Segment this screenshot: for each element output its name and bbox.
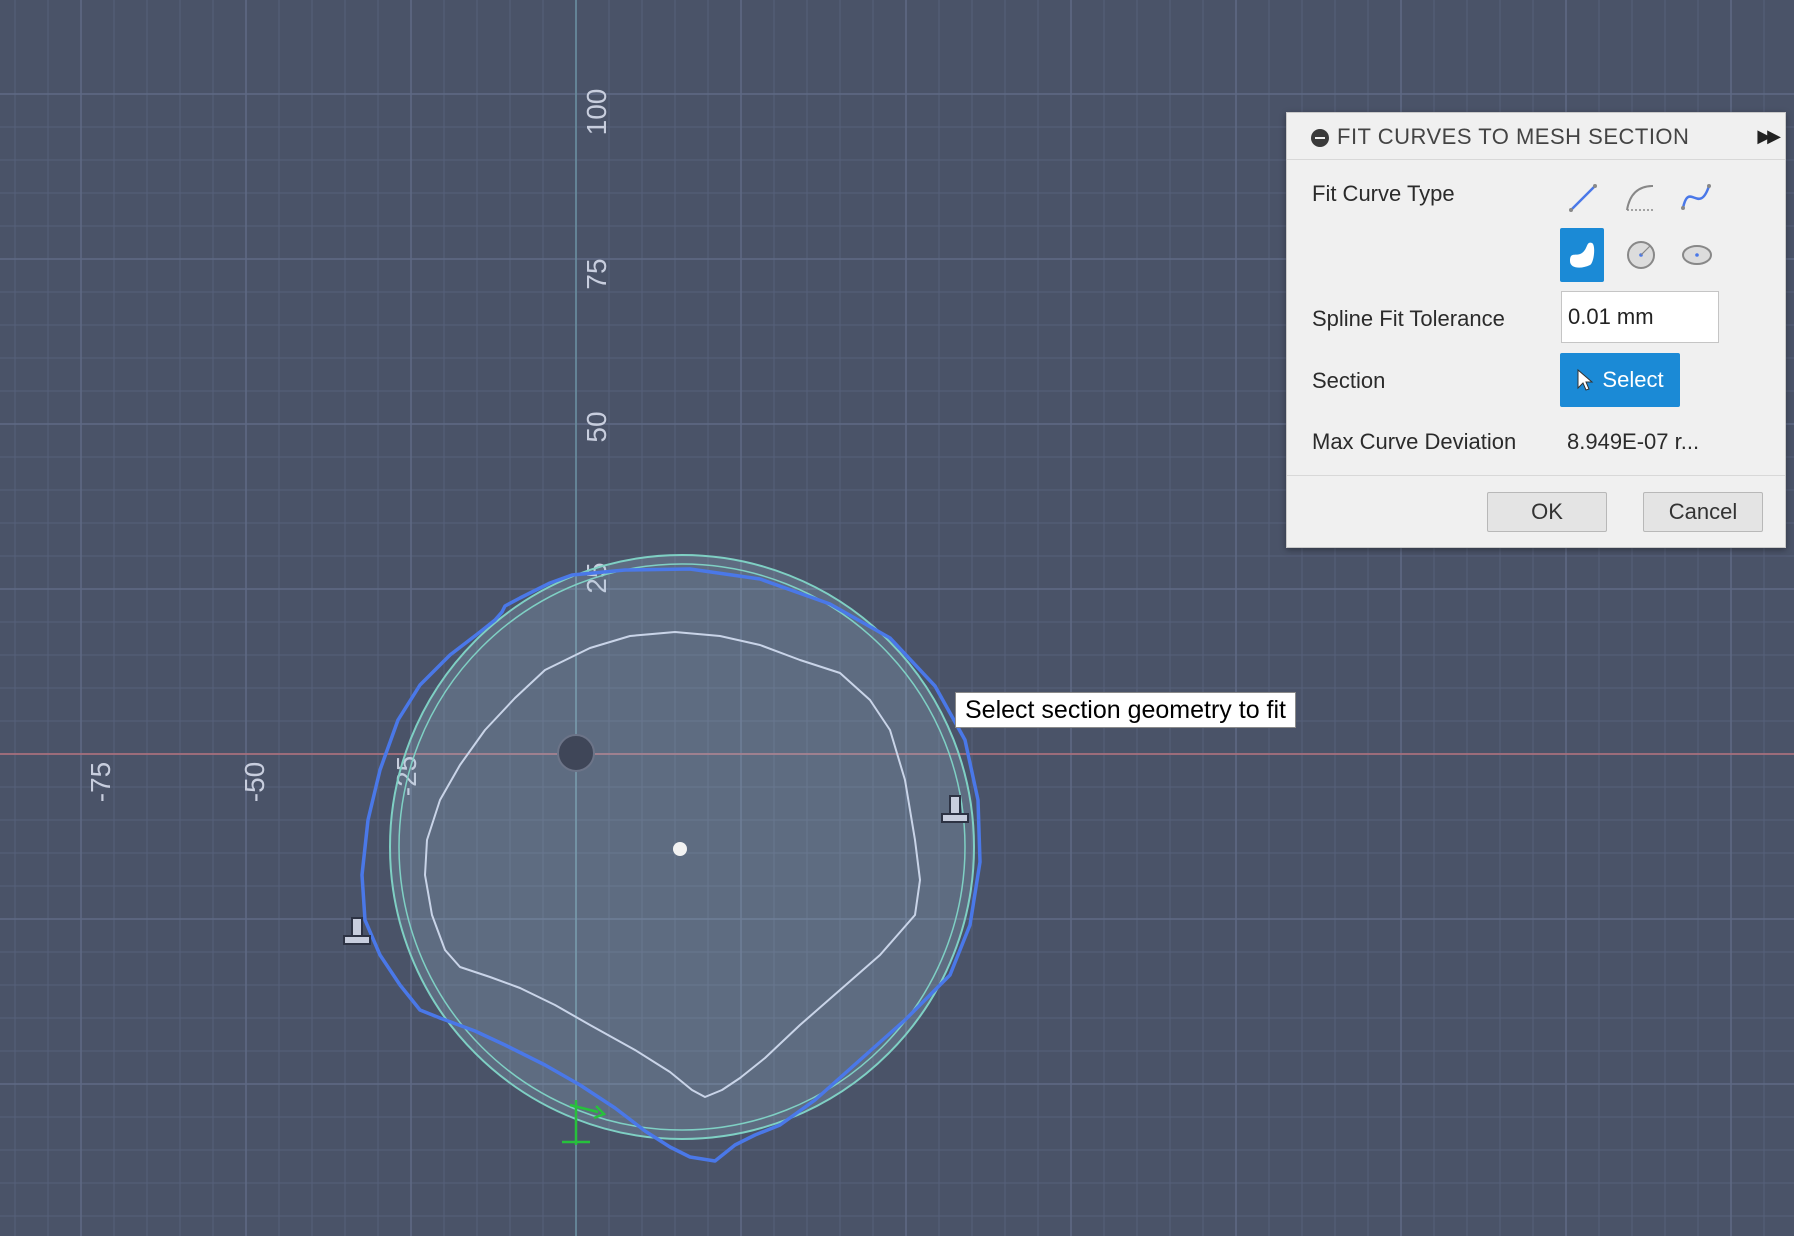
- axis-label-100: 100: [581, 89, 612, 136]
- dialog-header: FIT CURVES TO MESH SECTION ▶▶: [1287, 113, 1785, 160]
- collapse-icon[interactable]: [1311, 129, 1329, 147]
- line-fit-icon[interactable]: [1561, 171, 1605, 225]
- fit-curve-type-label: Fit Curve Type: [1312, 181, 1455, 206]
- closed-spline-fit-icon[interactable]: [1560, 228, 1604, 282]
- axis-label-minus-75: -75: [85, 762, 116, 802]
- dialog-footer: OK Cancel: [1287, 475, 1785, 548]
- axis-label-75: 75: [581, 258, 612, 289]
- ellipse-fit-icon[interactable]: [1675, 228, 1719, 282]
- cancel-button[interactable]: Cancel: [1643, 492, 1763, 532]
- axis-label-50: 50: [581, 411, 612, 442]
- axis-label-minus-50: -50: [239, 762, 270, 802]
- spline-fit-tolerance-label: Spline Fit Tolerance: [1312, 306, 1505, 331]
- cursor-arrow-icon: [1577, 368, 1594, 391]
- section-label: Section: [1312, 368, 1386, 393]
- selection-tooltip: Select section geometry to fit: [955, 692, 1296, 728]
- select-button-label: Select: [1602, 367, 1664, 392]
- spline-fit-tolerance-input[interactable]: [1561, 291, 1719, 343]
- ok-button[interactable]: OK: [1487, 492, 1607, 532]
- max-curve-deviation-value: 8.949E-07 r...: [1567, 429, 1700, 454]
- origin-marker: [557, 734, 595, 772]
- spline-fit-icon[interactable]: [1675, 171, 1719, 225]
- expand-icon[interactable]: ▶▶: [1757, 126, 1781, 147]
- arc-fit-icon[interactable]: [1619, 171, 1663, 225]
- fit-curves-dialog: FIT CURVES TO MESH SECTION ▶▶ Fit Curve …: [1286, 112, 1786, 548]
- section-select-button[interactable]: Select: [1560, 353, 1680, 407]
- circle-fit-icon[interactable]: [1619, 228, 1663, 282]
- dialog-title: FIT CURVES TO MESH SECTION: [1337, 124, 1690, 149]
- max-curve-deviation-label: Max Curve Deviation: [1312, 429, 1517, 454]
- circle-center-point[interactable]: [673, 842, 687, 856]
